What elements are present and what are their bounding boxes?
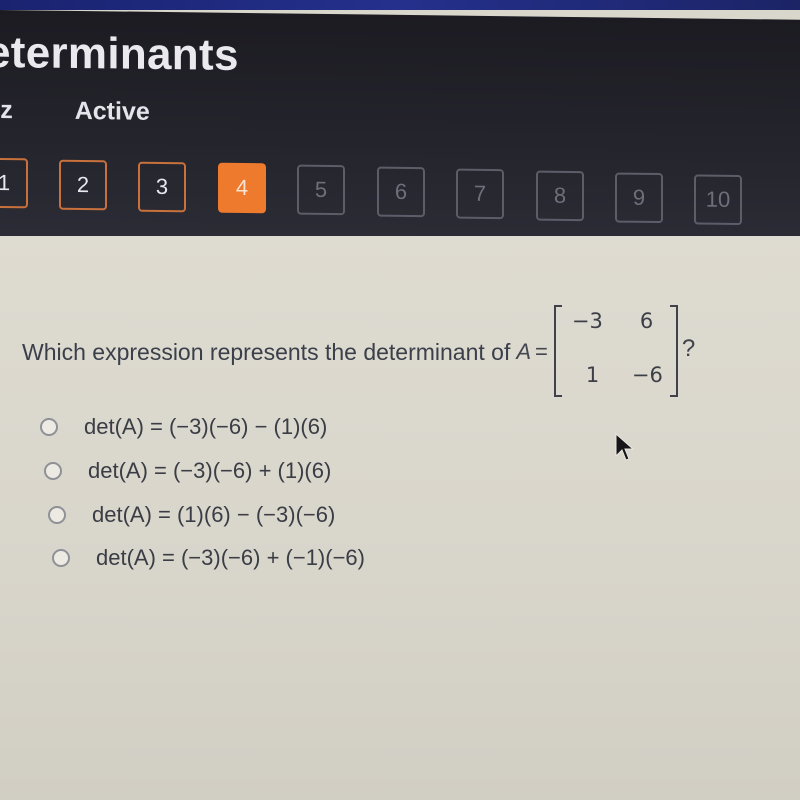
matrix-cell-2-1: 1: [585, 363, 600, 387]
answer-option-2[interactable]: det(A) = (−3)(−6) + (1)(6): [44, 458, 331, 484]
quiz-label: uiz: [0, 95, 13, 125]
question-text: Which expression represents the determin…: [22, 338, 511, 365]
answer-option-3[interactable]: det(A) = (1)(6) − (−3)(−6): [48, 502, 335, 528]
question-button-5[interactable]: 5: [297, 164, 345, 216]
question-button-1[interactable]: 1: [0, 157, 28, 209]
question-button-2[interactable]: 2: [59, 159, 107, 211]
answer-option-text: det(A) = (−3)(−6) − (1)(6): [84, 414, 328, 439]
quiz-header: eterminants uiz Active 1 2 3 4 5 6 7 8 9…: [0, 10, 800, 248]
quiz-subnav: uiz Active: [0, 96, 150, 127]
question-button-3[interactable]: 3: [138, 161, 186, 213]
question-button-10[interactable]: 10: [694, 174, 742, 226]
page-title: eterminants: [0, 27, 239, 80]
answer-option-1[interactable]: det(A) = (−3)(−6) − (1)(6): [40, 414, 327, 440]
answer-option-text: det(A) = (−3)(−6) + (−1)(−6): [96, 545, 365, 570]
radio-button[interactable]: [48, 506, 66, 524]
matrix-cell-2-2: −6: [631, 363, 663, 387]
question-button-8[interactable]: 8: [536, 170, 584, 222]
question-mark: ?: [681, 335, 696, 362]
matrix-a: −3 6 1 −6: [552, 305, 680, 397]
answer-option-text: det(A) = (1)(6) − (−3)(−6): [92, 502, 336, 527]
answer-option-4[interactable]: det(A) = (−3)(−6) + (−1)(−6): [52, 545, 365, 571]
question-prompt: Which expression represents the determin…: [22, 305, 696, 397]
matrix-cell-1-2: 6: [639, 309, 654, 333]
matrix-left-bracket: [553, 305, 562, 397]
matrix-name: A: [516, 339, 532, 364]
question-button-6[interactable]: 6: [377, 166, 425, 218]
matrix-cell-1-1: −3: [571, 309, 603, 333]
matrix-right-bracket: [669, 305, 678, 397]
radio-button[interactable]: [40, 418, 58, 436]
browser-top-strip: [0, 0, 800, 10]
equals-sign: =: [535, 339, 548, 364]
status-active: Active: [74, 96, 150, 126]
radio-button[interactable]: [44, 462, 62, 480]
question-button-7[interactable]: 7: [456, 168, 504, 220]
answer-option-text: det(A) = (−3)(−6) + (1)(6): [88, 458, 332, 483]
question-button-4[interactable]: 4: [218, 162, 266, 214]
mouse-cursor-icon: [615, 432, 635, 461]
question-button-9[interactable]: 9: [615, 172, 663, 224]
radio-button[interactable]: [52, 549, 70, 567]
